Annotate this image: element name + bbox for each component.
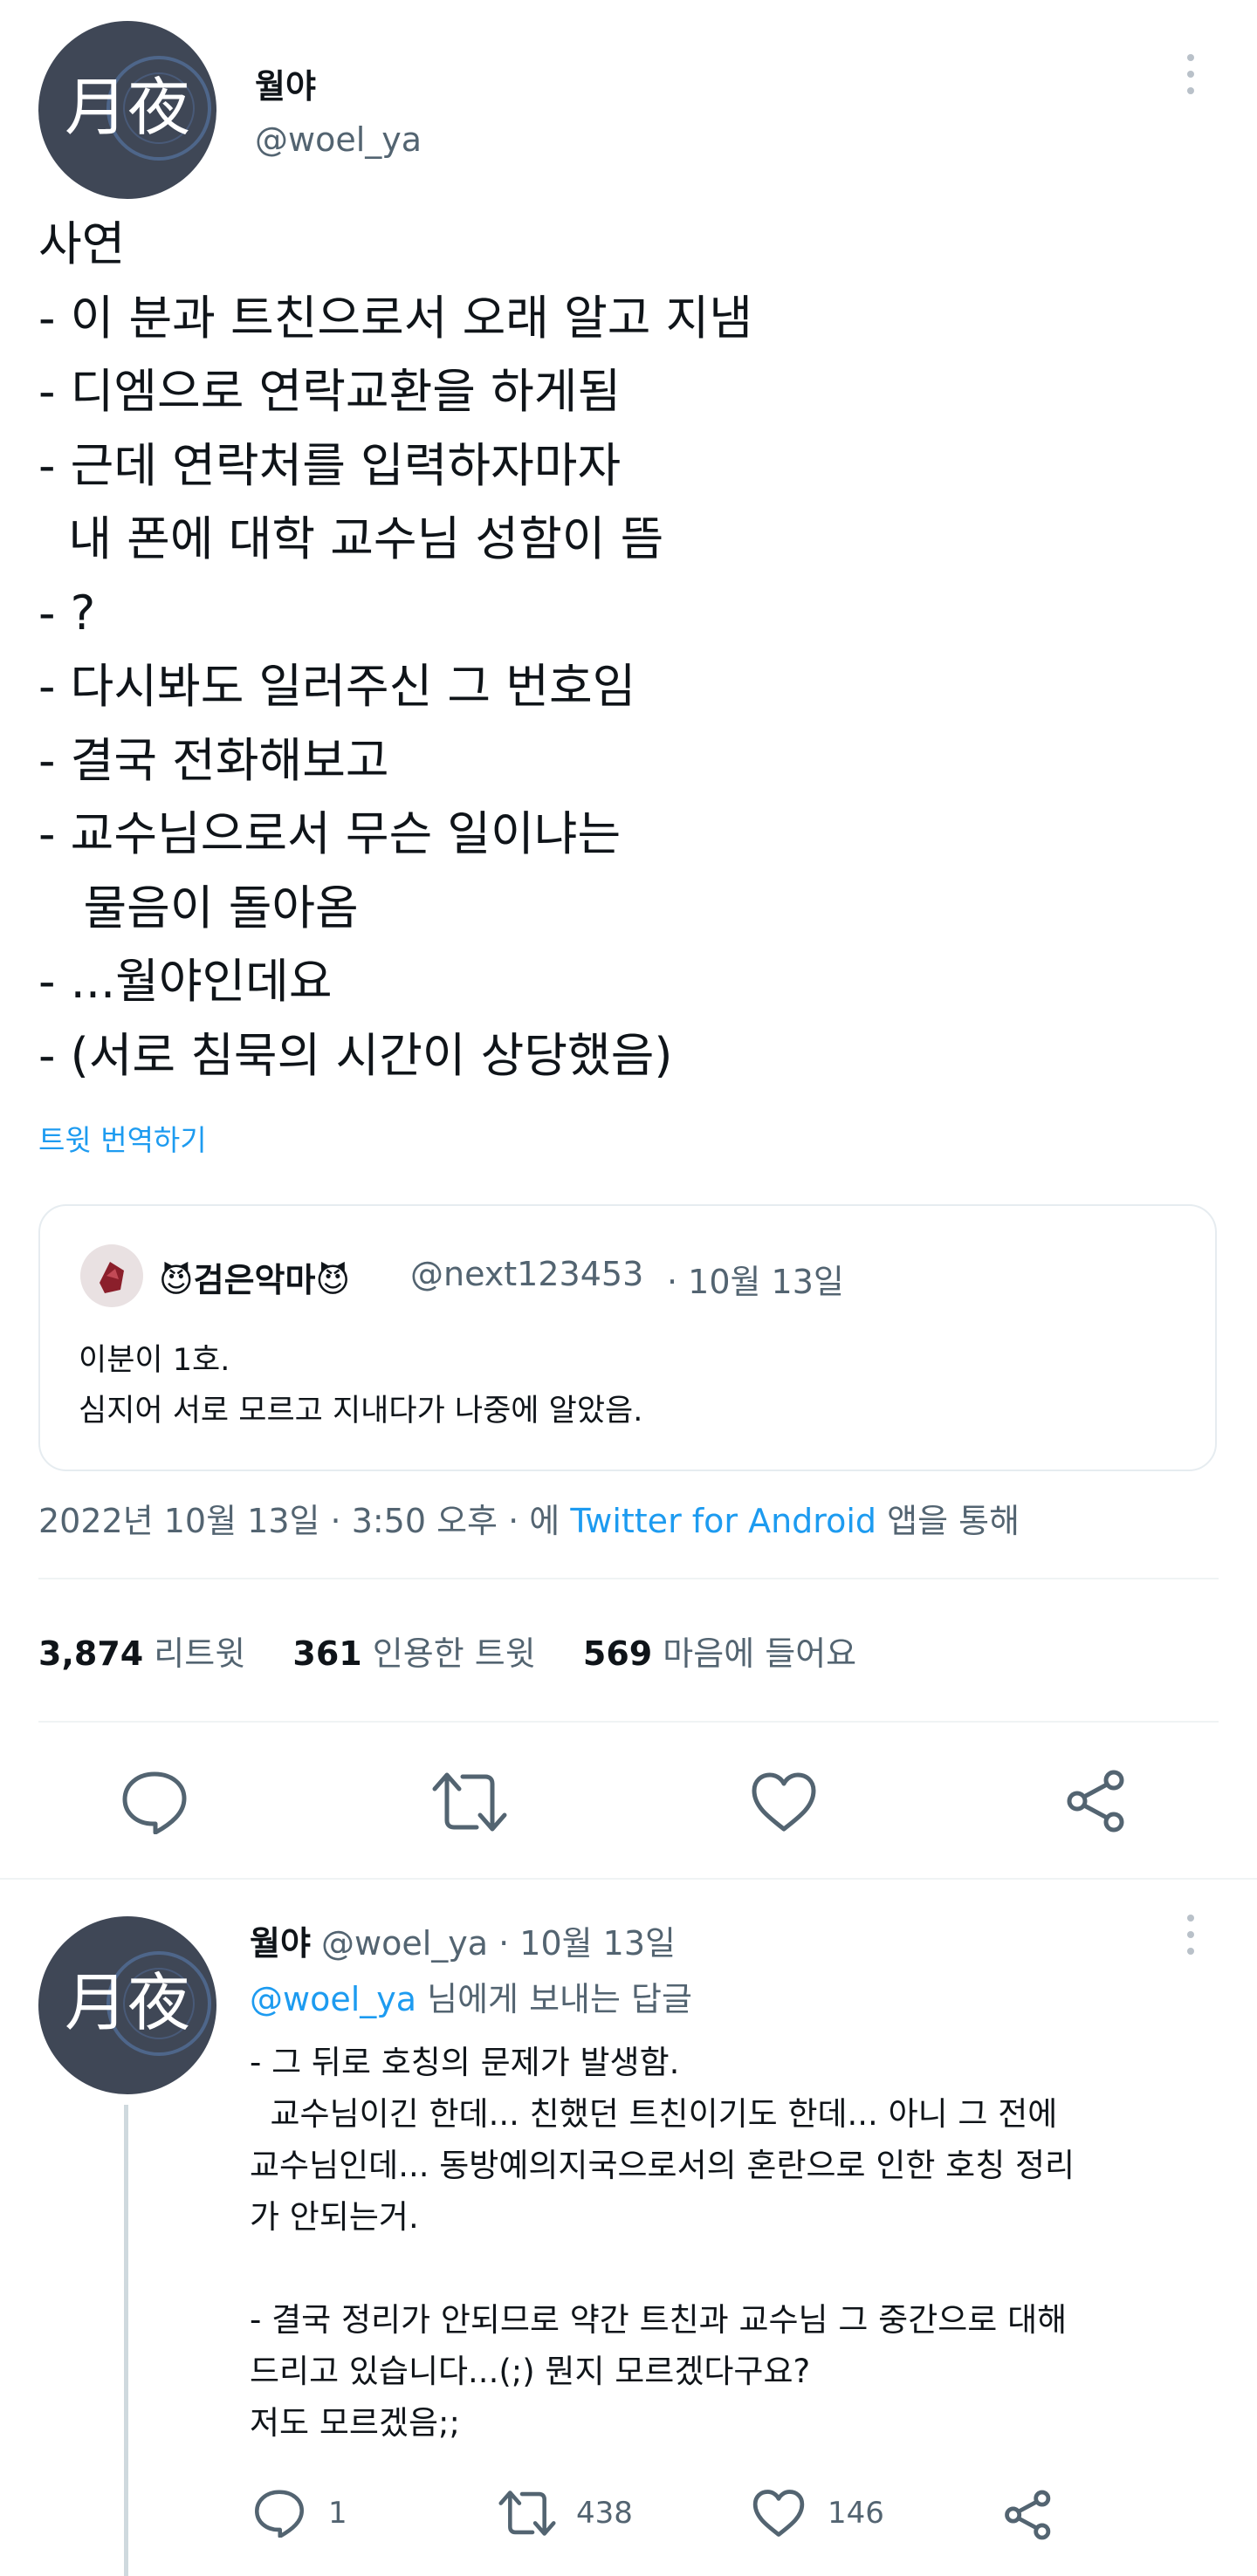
quote-date: · 10월 13일 (667, 1263, 844, 1301)
main-avatar[interactable]: 月夜 (38, 21, 216, 199)
like-icon (752, 2490, 805, 2537)
divider (38, 1721, 1219, 1723)
like-icon (752, 1772, 816, 1832)
author-name[interactable]: 월야 (255, 59, 316, 107)
divider (0, 1878, 1257, 1880)
author-handle[interactable]: @woel_ya (255, 120, 422, 159)
moon-night-logo: 月夜 (65, 56, 211, 161)
tweet-line: - 근데 연락처를 입력하자마자 (38, 437, 622, 493)
source-suffix: 앱을 통해 (887, 1502, 1020, 1540)
retweet-stat[interactable]: 3,874 리트윗 (38, 1634, 256, 1673)
quote-author-name: 😈검은악마😈 (159, 1261, 351, 1299)
reply-line (250, 2243, 1075, 2294)
divider (38, 1578, 1219, 1579)
quote-stat[interactable]: 361 인용한 트윗 (292, 1634, 546, 1673)
reply-line: - 결국 정리가 안되므로 약간 트친과 교수님 그 중간으로 대해 (250, 2301, 1068, 2339)
reply-retweet-count: 438 (576, 2496, 633, 2531)
avatar-logo-text: 月夜 (65, 71, 190, 144)
retweet-button[interactable] (431, 1770, 508, 1834)
reply-count: 1 (328, 2496, 347, 2531)
reply-avatar[interactable]: 月夜 (38, 1916, 216, 2094)
retweet-count: 3,874 (38, 1634, 144, 1673)
tweet-line: 물음이 돌아옴 (38, 880, 359, 935)
avatar-logo-text: 月夜 (65, 1966, 190, 2039)
tweet-line: - 이 분과 트친으로서 오래 알고 지냄 (38, 290, 752, 346)
tweet-line: - ? (38, 585, 96, 641)
reply-share-button[interactable] (1002, 2489, 1054, 2545)
tweet-line: - ...월야인데요 (38, 954, 333, 1009)
like-stat[interactable]: 569 마음에 들어요 (583, 1634, 856, 1673)
quoted-tweet[interactable]: 😈검은악마😈 @next123453 · 10월 13일 이분이 1호. 심지어… (38, 1204, 1217, 1471)
share-icon (1067, 1770, 1124, 1833)
reply-author-name[interactable]: 월야 (250, 1924, 311, 1963)
like-label: 마음에 들어요 (663, 1634, 857, 1673)
tweet-line: - 교수님으로서 무슨 일이냐는 (38, 806, 622, 861)
tweet-line: - 디엠으로 연락교환을 하게됨 (38, 364, 622, 419)
like-count: 569 (582, 1634, 653, 1673)
tweet-line: - 다시봐도 일러주신 그 번호임 (38, 659, 636, 714)
translate-link[interactable]: 트윗 번역하기 (38, 1117, 207, 1159)
tweet-body: 사연 - 이 분과 트친으로서 오래 알고 지냄 - 디엠으로 연락교환을 하게… (38, 208, 752, 1093)
reply-like-button[interactable]: 146 (752, 2489, 884, 2538)
share-icon (1005, 2490, 1051, 2540)
quote-line: 심지어 서로 모르고 지내다가 나중에 알았음. (79, 1394, 643, 1428)
more-icon[interactable] (1185, 1915, 1196, 1955)
replying-to-handle[interactable]: @woel_ya (250, 1980, 416, 2018)
reply-icon (122, 1771, 187, 1834)
quote-avatar (80, 1244, 143, 1307)
share-button[interactable] (1063, 1768, 1130, 1834)
replying-to: @woel_ya 님에게 보내는 답글 (250, 1972, 692, 2020)
tweet-line: - 결국 전화해보고 (38, 732, 389, 788)
reply-reply-button[interactable]: 1 (253, 2489, 347, 2538)
tweet-line: 사연 (38, 216, 126, 271)
tweet-timestamp: 2022년 10월 13일 · 3:50 오후 · 에 Twitter for … (38, 1494, 1020, 1542)
reply-like-count: 146 (828, 2496, 884, 2531)
quote-count: 361 (292, 1634, 362, 1673)
like-button[interactable] (751, 1771, 817, 1833)
retweet-icon (498, 2490, 556, 2536)
reply-header: 월야 @woel_ya · 10월 13일 (250, 1916, 676, 1964)
reply-icon (255, 2490, 304, 2538)
moon-night-logo: 月夜 (65, 1951, 211, 2056)
reply-retweet-button[interactable]: 438 (498, 2489, 633, 2538)
source-link[interactable]: Twitter for Android (570, 1502, 876, 1540)
reply-body: - 그 뒤로 호칭의 문제가 발생함. 교수님이긴 한데... 친했던 트친이기… (250, 2037, 1075, 2449)
tweet-line: 내 폰에 대학 교수님 성함이 뜸 (38, 511, 664, 566)
quote-line: 이분이 1호. (79, 1343, 230, 1378)
reply-line: 가 안되는거. (250, 2198, 419, 2236)
quote-author-handle: @next123453 (410, 1255, 644, 1293)
tweet-stats: 3,874 리트윗 361 인용한 트윗 569 마음에 들어요 (38, 1627, 856, 1675)
replying-to-suffix: 님에게 보내는 답글 (427, 1980, 692, 2018)
quote-label: 인용한 트윗 (372, 1634, 536, 1673)
reply-line: - 그 뒤로 호칭의 문제가 발생함. (250, 2044, 680, 2081)
reply-line: 저도 모르겠음;; (250, 2404, 460, 2442)
reply-button[interactable] (120, 1770, 189, 1834)
retweet-icon (432, 1772, 507, 1832)
reply-line: 교수님인데... 동방예의지국으로서의 혼란으로 인한 호칭 정리 (250, 2147, 1075, 2184)
tweet-line: - (서로 침묵의 시간이 상당했음) (38, 1027, 673, 1083)
reply-handle-date[interactable]: @woel_ya · 10월 13일 (321, 1924, 676, 1963)
reply-line: 드리고 있습니다...(;) 뭔지 모르겠다구요? (250, 2353, 811, 2390)
reply-line: 교수님이긴 한데... 친했던 트친이기도 한데... 아니 그 전에 (250, 2095, 1058, 2133)
thread-line (124, 2105, 128, 2576)
retweet-label: 리트윗 (154, 1634, 246, 1673)
more-icon[interactable] (1185, 54, 1196, 94)
timestamp-text: 2022년 10월 13일 · 3:50 오후 · 에 (38, 1502, 560, 1540)
